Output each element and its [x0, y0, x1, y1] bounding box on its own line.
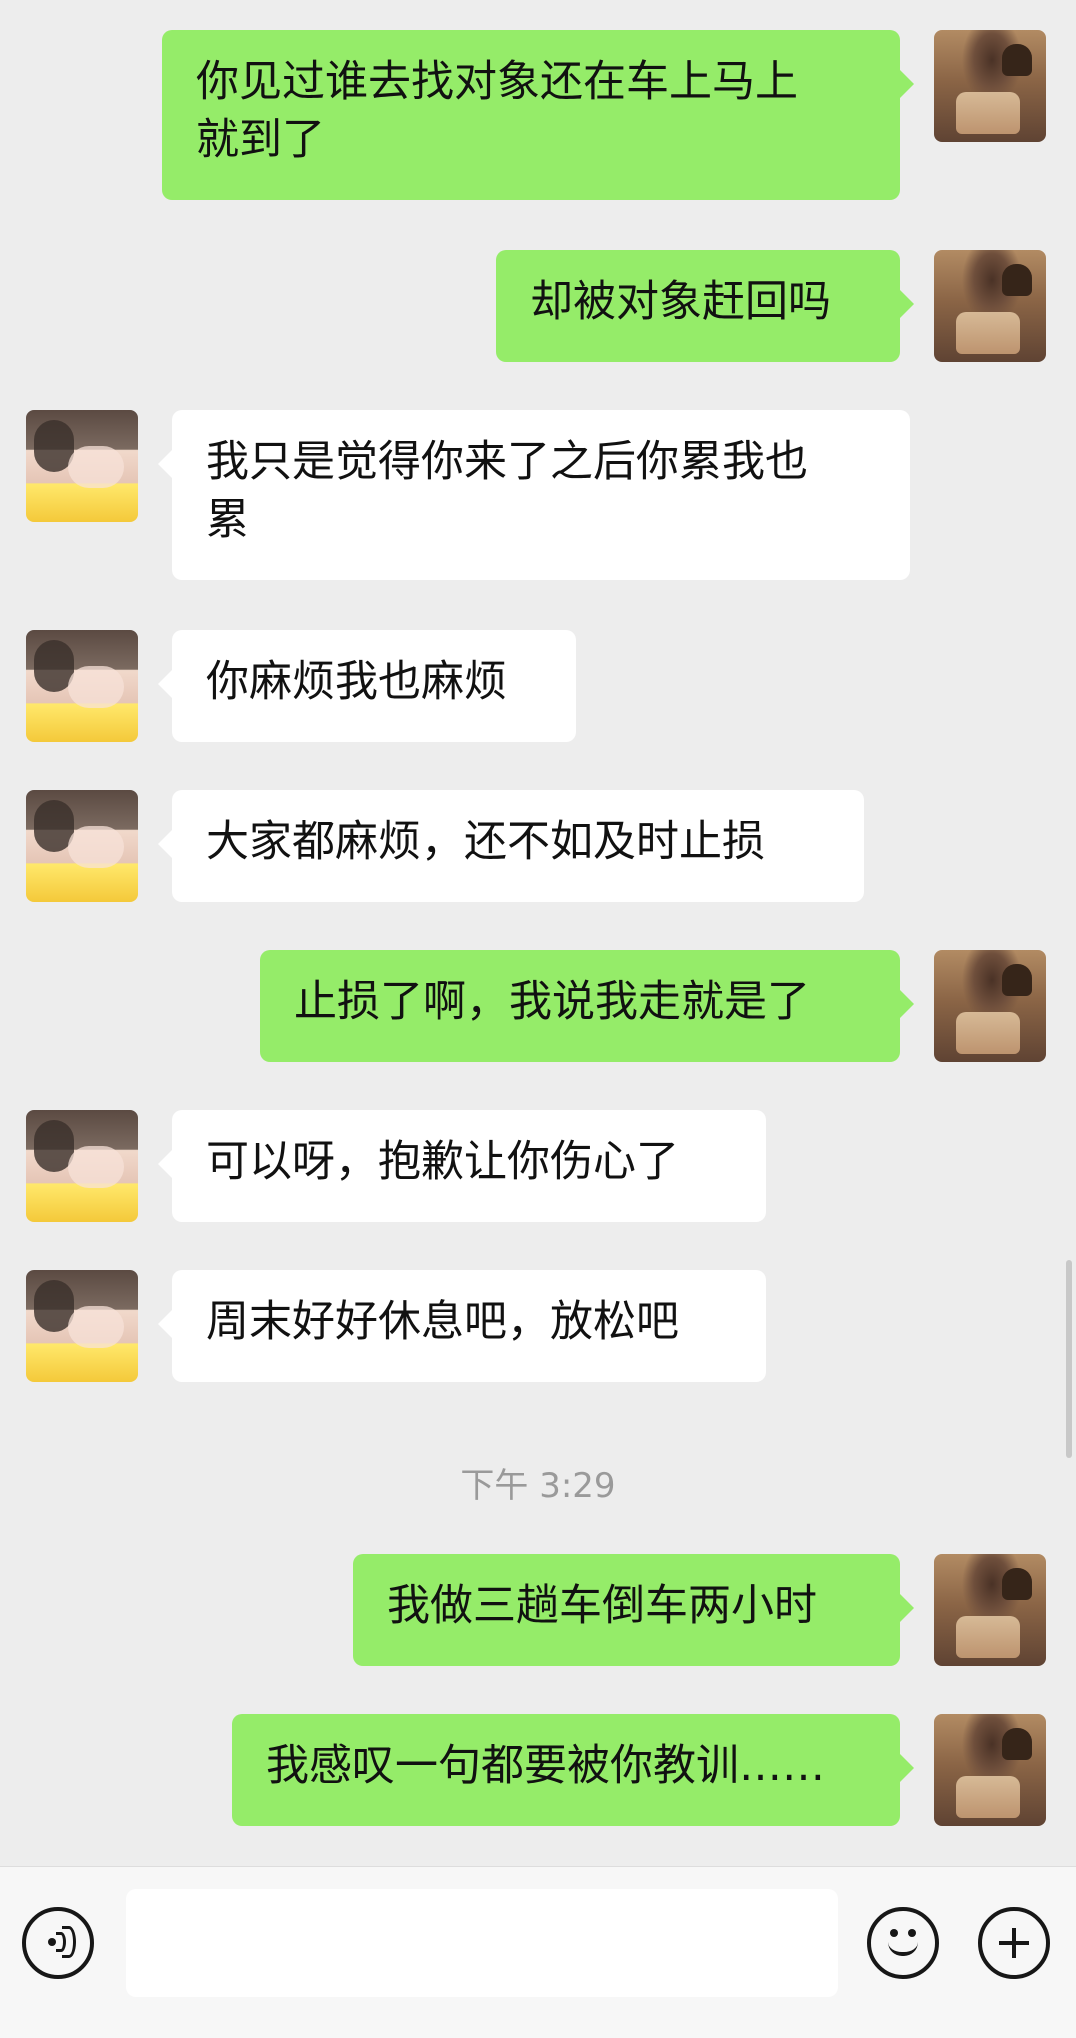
emoji-icon: [871, 1911, 935, 1975]
message-bubble-other[interactable]: 周末好好休息吧，放松吧: [158, 1270, 766, 1382]
emoji-button[interactable]: [867, 1907, 939, 1979]
avatar-self[interactable]: [934, 250, 1046, 362]
avatar-self[interactable]: [934, 30, 1046, 142]
message-bubble-self[interactable]: 你见过谁去找对象还在车上马上 就到了: [162, 30, 914, 200]
more-button[interactable]: [978, 1907, 1050, 1979]
voice-icon: [48, 1926, 78, 1958]
chat-area: 你见过谁去找对象还在车上马上 就到了 却被对象赶回吗 我只是觉得你来了之后你累我…: [0, 0, 1076, 1866]
chat-scrollbar[interactable]: [1066, 1260, 1072, 1458]
message-input[interactable]: [126, 1889, 838, 1997]
avatar-self[interactable]: [934, 950, 1046, 1062]
message-bubble-self[interactable]: 止损了啊，我说我走就是了: [260, 950, 914, 1062]
message-bubble-other[interactable]: 你麻烦我也麻烦: [158, 630, 576, 742]
message-bubble-other[interactable]: 我只是觉得你来了之后你累我也 累: [158, 410, 910, 580]
message-row: 你见过谁去找对象还在车上马上 就到了: [0, 0, 1076, 210]
message-bubble-self[interactable]: 却被对象赶回吗: [496, 250, 914, 362]
message-bubble-self[interactable]: 我感叹一句都要被你教训……: [232, 1714, 914, 1826]
avatar-other[interactable]: [26, 410, 138, 522]
timestamp: 下午 3:29: [460, 1466, 616, 1506]
message-bubble-self[interactable]: 我做三趟车倒车两小时: [353, 1554, 914, 1666]
message-bubble-other[interactable]: 可以呀，抱歉让你伤心了: [158, 1110, 766, 1222]
input-toolbar: [0, 1866, 1076, 2038]
avatar-self[interactable]: [934, 1554, 1046, 1666]
avatar-self[interactable]: [934, 1714, 1046, 1826]
avatar-other[interactable]: [26, 1110, 138, 1222]
plus-icon: [982, 1911, 1046, 1975]
message-bubble-other[interactable]: 大家都麻烦，还不如及时止损: [158, 790, 864, 902]
avatar-other[interactable]: [26, 1270, 138, 1382]
avatar-other[interactable]: [26, 790, 138, 902]
voice-button[interactable]: [22, 1907, 94, 1979]
avatar-other[interactable]: [26, 630, 138, 742]
